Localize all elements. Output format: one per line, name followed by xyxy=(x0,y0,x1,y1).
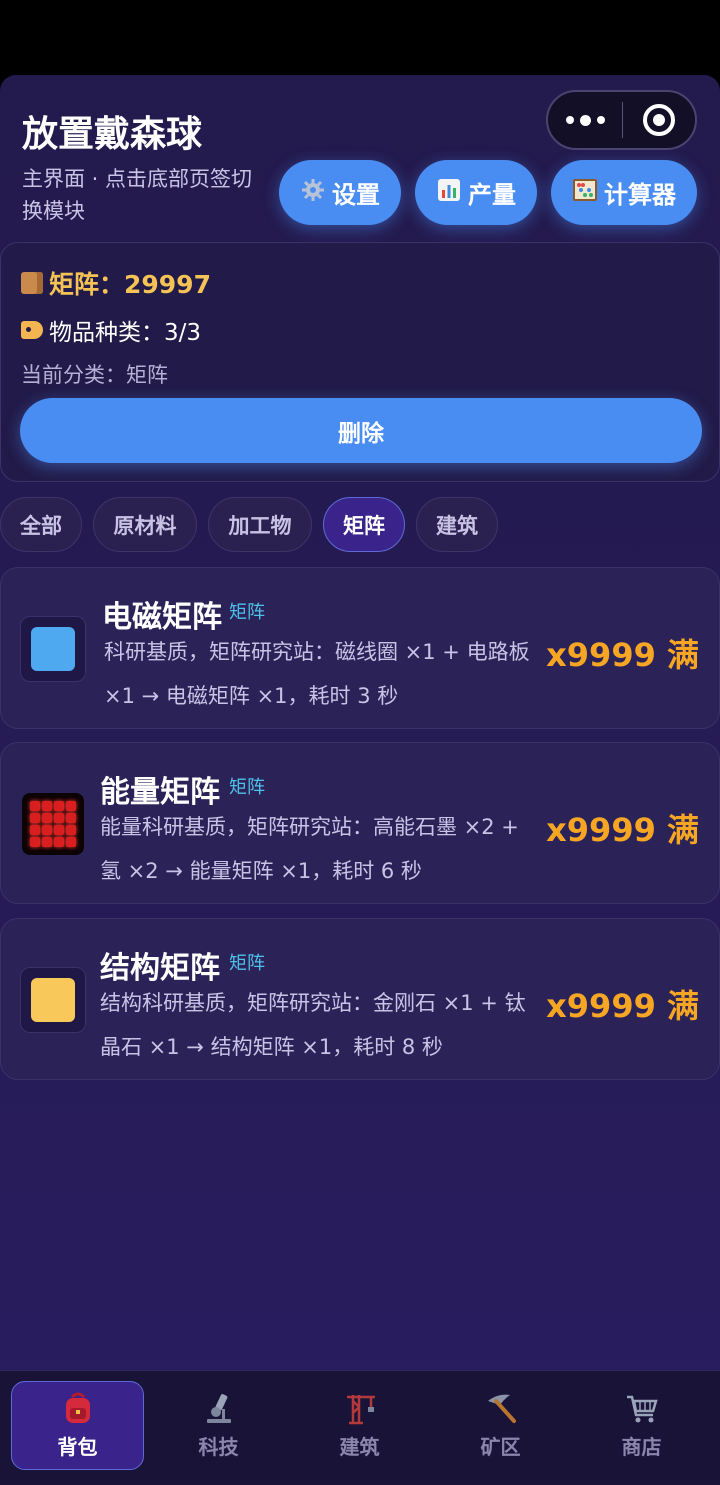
tab-matrix[interactable]: 矩阵 xyxy=(323,497,405,552)
package-icon xyxy=(21,272,43,294)
delete-button[interactable]: 删除 xyxy=(20,398,702,463)
item-kinds: 物品种类：3/3 xyxy=(21,313,201,347)
nav-label: 商店 xyxy=(621,1435,662,1459)
item-category-badge: 矩阵 xyxy=(229,602,265,623)
item-description: 科研基质，矩阵研究站：磁线圈 ×1 + 电路板 ×1 → 电磁矩阵 ×1，耗时 … xyxy=(104,640,530,708)
tab-processed[interactable]: 加工物 xyxy=(208,497,312,552)
calculator-label: 计算器 xyxy=(604,181,676,209)
list-item[interactable]: 结构矩阵 矩阵 结构科研基质，矩阵研究站：金刚石 ×1 + 钛晶石 ×1 → 结… xyxy=(0,918,720,1080)
matrix-total: 矩阵：29997 xyxy=(21,265,211,301)
tab-buildings[interactable]: 建筑 xyxy=(416,497,498,552)
list-item[interactable]: 电磁矩阵 矩阵 科研基质，矩阵研究站：磁线圈 ×1 + 电路板 ×1 → 电磁矩… xyxy=(0,567,720,729)
nav-label: 建筑 xyxy=(339,1435,380,1459)
bottom-nav: 背包 科技 建筑 矿区 商店 xyxy=(0,1370,720,1485)
page-title: 放置戴森球 xyxy=(22,114,203,155)
backpack-icon xyxy=(61,1391,95,1425)
cart-icon xyxy=(625,1391,659,1425)
electromagnetic-matrix-icon xyxy=(20,616,86,682)
app-container: 放置戴森球 主界面 · 点击底部页签切换模块 设置 产量 计算器 矩阵：2999… xyxy=(0,75,720,1485)
nav-item-tech[interactable]: 科技 xyxy=(152,1381,285,1470)
current-category: 当前分类：矩阵 xyxy=(21,363,168,387)
microscope-icon xyxy=(202,1391,236,1425)
production-label: 产量 xyxy=(468,181,516,209)
page-subtitle: 主界面 · 点击底部页签切换模块 xyxy=(22,167,253,223)
settings-label: 设置 xyxy=(332,181,380,209)
nav-item-buildings[interactable]: 建筑 xyxy=(293,1381,426,1470)
nav-item-shop[interactable]: 商店 xyxy=(575,1381,708,1470)
production-button[interactable]: 产量 xyxy=(415,160,537,225)
list-item[interactable]: 能量矩阵 矩阵 能量科研基质，矩阵研究站：高能石墨 ×2 + 氢 ×2 → 能量… xyxy=(0,742,720,904)
item-category-badge: 矩阵 xyxy=(229,777,265,798)
chart-icon xyxy=(436,178,462,207)
nav-label: 矿区 xyxy=(480,1435,521,1459)
structure-matrix-icon xyxy=(20,967,86,1033)
calculator-button[interactable]: 计算器 xyxy=(551,160,697,225)
item-count: x9999 满 xyxy=(546,987,699,1025)
tag-icon xyxy=(21,321,43,339)
item-count: x9999 满 xyxy=(546,811,699,849)
nav-item-backpack[interactable]: 背包 xyxy=(11,1381,144,1470)
mini-program-capsule xyxy=(546,90,697,150)
item-count: x9999 满 xyxy=(546,636,699,674)
pickaxe-icon xyxy=(484,1391,518,1425)
nav-label: 科技 xyxy=(198,1435,239,1459)
abacus-icon xyxy=(572,178,598,207)
close-program-icon[interactable] xyxy=(623,104,695,136)
tab-all[interactable]: 全部 xyxy=(0,497,82,552)
inventory-summary-card: 矩阵：29997 物品种类：3/3 当前分类：矩阵 删除 xyxy=(0,242,720,482)
more-menu-icon[interactable] xyxy=(548,114,622,126)
item-kinds-text: 物品种类：3/3 xyxy=(49,320,202,346)
item-description: 能量科研基质，矩阵研究站：高能石墨 ×2 + 氢 ×2 → 能量矩阵 ×1，耗时… xyxy=(100,815,519,883)
nav-label: 背包 xyxy=(57,1435,98,1459)
energy-matrix-icon xyxy=(20,791,86,857)
matrix-total-text: 矩阵：29997 xyxy=(49,270,211,299)
gear-icon xyxy=(300,178,326,208)
item-category-badge: 矩阵 xyxy=(229,953,265,974)
settings-button[interactable]: 设置 xyxy=(279,160,401,225)
crane-icon xyxy=(343,1391,377,1425)
tab-raw-materials[interactable]: 原材料 xyxy=(93,497,197,552)
item-description: 结构科研基质，矩阵研究站：金刚石 ×1 + 钛晶石 ×1 → 结构矩阵 ×1，耗… xyxy=(100,991,526,1059)
nav-item-mine[interactable]: 矿区 xyxy=(434,1381,567,1470)
